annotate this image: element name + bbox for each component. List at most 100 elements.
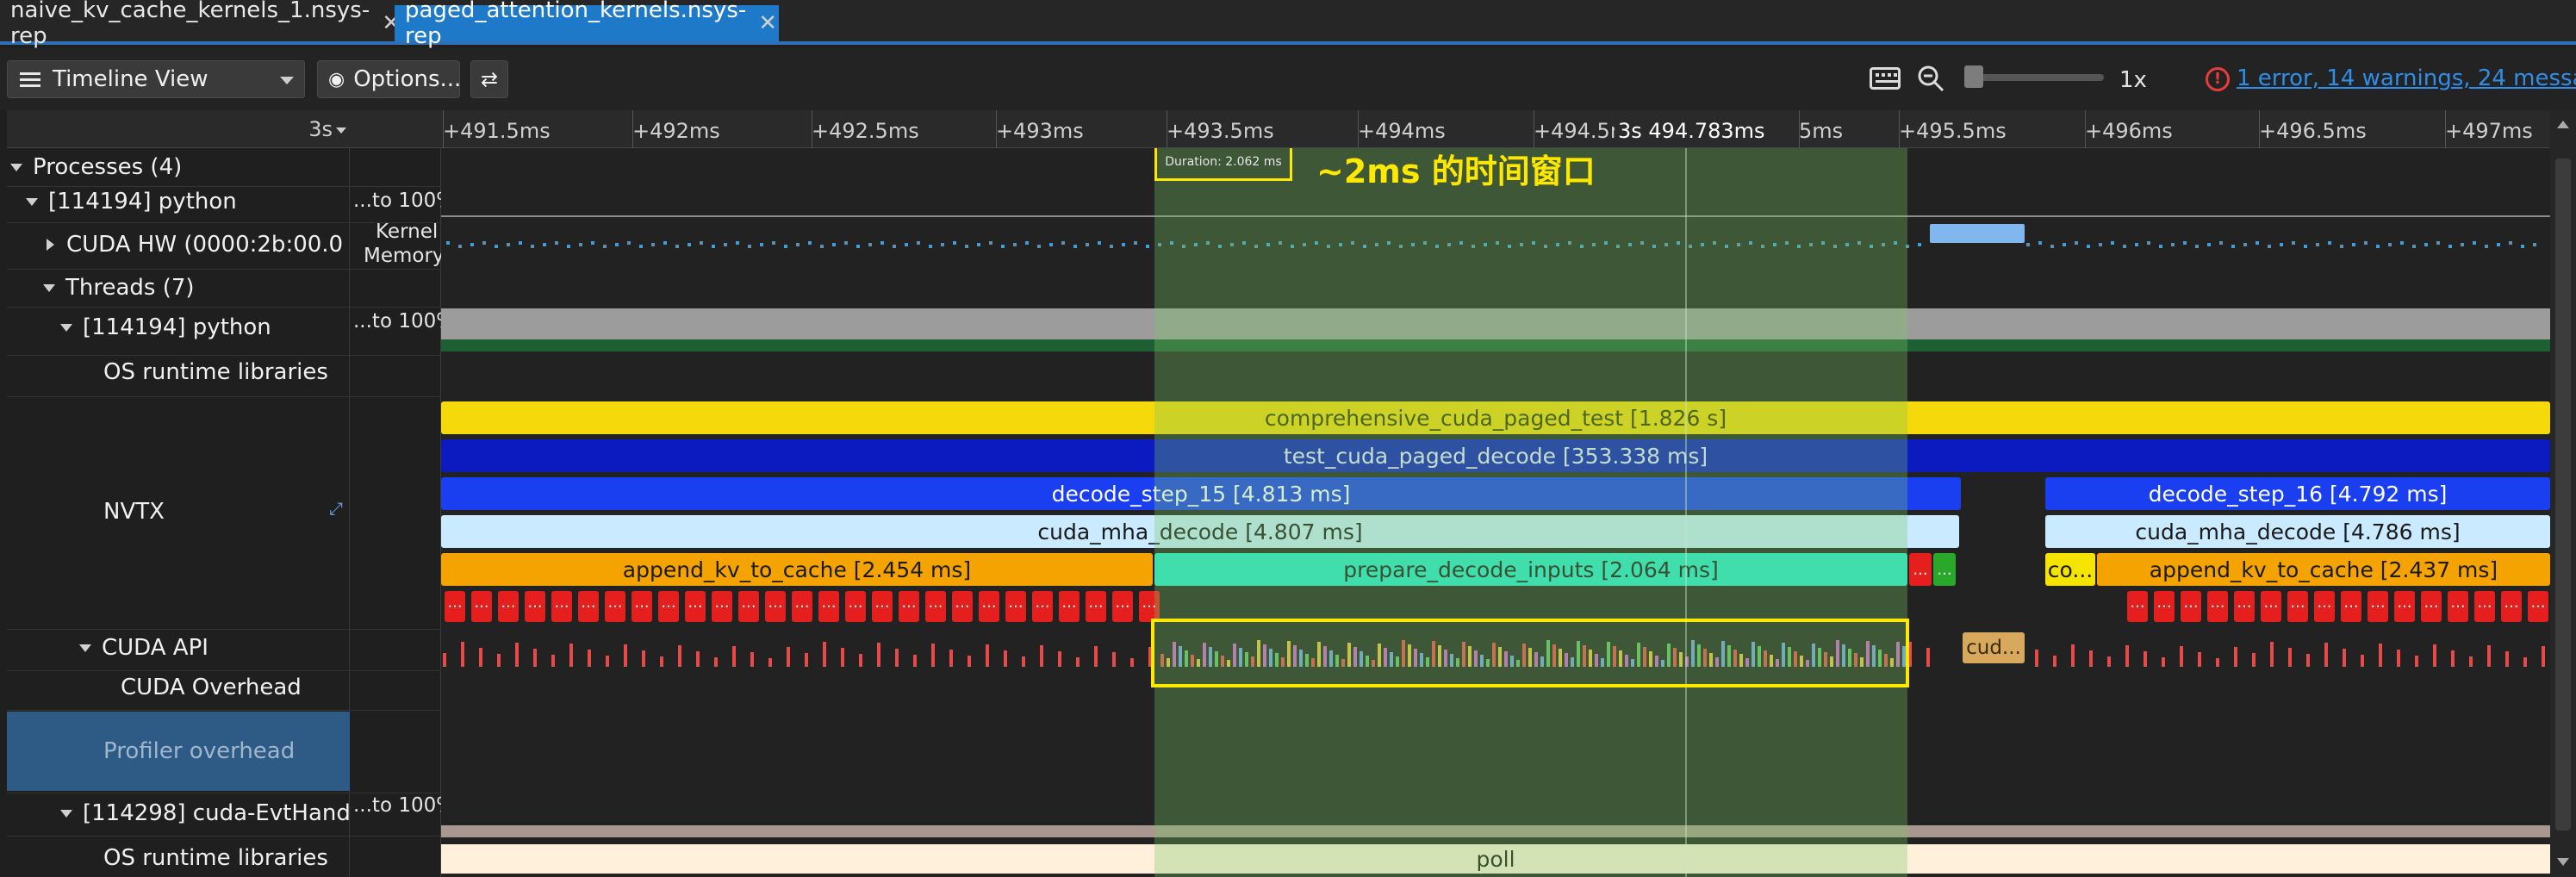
cuda-api-call[interactable] bbox=[1022, 656, 1025, 667]
cuda-api-call[interactable] bbox=[696, 651, 700, 667]
cuda-api-call[interactable] bbox=[2288, 648, 2292, 667]
nvtx-mini-range[interactable]: ... bbox=[925, 591, 946, 622]
cuda-api-call[interactable] bbox=[443, 653, 446, 667]
zoom-slider-thumb[interactable] bbox=[1964, 65, 1983, 88]
cuda-api-call[interactable] bbox=[2198, 652, 2201, 667]
collapse-icon[interactable] bbox=[43, 283, 55, 292]
nvtx-range-mha-decode[interactable]: cuda_mha_decode [4.786 ms] bbox=[2045, 515, 2550, 548]
cuda-api-call[interactable] bbox=[479, 648, 482, 667]
nvtx-range-append-kv[interactable]: append_kv_to_cache [2.454 ms] bbox=[441, 553, 1153, 586]
cuda-api-call[interactable] bbox=[732, 646, 736, 667]
cuda-api-call[interactable] bbox=[2035, 650, 2038, 667]
zoom-out-icon[interactable] bbox=[1916, 64, 1945, 93]
cuda-api-call[interactable] bbox=[1926, 648, 1930, 667]
tree-row-threads[interactable]: Threads (7) bbox=[7, 272, 350, 303]
nvtx-mini-range[interactable]: ... bbox=[1139, 591, 1160, 622]
nvtx-mini-range[interactable]: ... bbox=[712, 591, 732, 622]
cuda-api-call[interactable] bbox=[2505, 651, 2509, 667]
nvtx-range-prepare-decode[interactable]: prepare_decode_inputs [2.064 ms] bbox=[1154, 553, 1907, 586]
cuda-api-call[interactable] bbox=[2397, 650, 2400, 667]
cuda-api-call[interactable] bbox=[2071, 644, 2075, 667]
close-icon[interactable]: ✕ bbox=[758, 10, 777, 36]
tree-row-python-thread[interactable]: [114194] python bbox=[7, 312, 350, 343]
options-button[interactable]: ◉ Options... bbox=[317, 60, 461, 98]
cuda-api-call[interactable] bbox=[678, 645, 681, 667]
nvtx-mini-range[interactable]: ... bbox=[2394, 591, 2415, 622]
cuda-api-call[interactable] bbox=[787, 647, 790, 667]
nvtx-mini-range[interactable]: ... bbox=[845, 591, 866, 622]
nvtx-mini-range[interactable]: ... bbox=[605, 591, 625, 622]
nvtx-range-small[interactable]: ... bbox=[1933, 553, 1956, 586]
cuda-api-call[interactable] bbox=[823, 642, 826, 667]
nvtx-mini-range[interactable]: ... bbox=[792, 591, 812, 622]
cuda-api-call[interactable] bbox=[533, 649, 537, 667]
cuda-api-call[interactable] bbox=[1040, 645, 1043, 667]
cuda-api-call[interactable] bbox=[913, 655, 917, 667]
cuda-api-call[interactable]: cud... bbox=[1963, 632, 2025, 663]
cuda-api-call[interactable] bbox=[714, 657, 718, 667]
collapse-icon[interactable] bbox=[79, 644, 91, 652]
nvtx-mini-range[interactable]: ... bbox=[1112, 591, 1133, 622]
cuda-api-call[interactable] bbox=[841, 648, 844, 667]
tree-row-cuda-hw[interactable]: CUDA HW (0000:2b:00.0 - NV bbox=[7, 227, 350, 262]
tree-row-evt-handler[interactable]: [114298] cuda-EvtHandlr bbox=[7, 798, 366, 829]
cuda-api-call[interactable] bbox=[2053, 656, 2056, 667]
link-icon[interactable]: ⤢ bbox=[329, 498, 343, 519]
cuda-api-call[interactable] bbox=[768, 658, 772, 667]
cuda-api-call[interactable] bbox=[1076, 657, 1080, 667]
tree-row-processes[interactable]: Processes (4) bbox=[7, 152, 350, 183]
nvtx-mini-range[interactable]: ... bbox=[2501, 591, 2522, 622]
cuda-api-call[interactable] bbox=[2487, 645, 2491, 667]
diagnostics-link[interactable]: 1 error, 14 warnings, 24 messages bbox=[2237, 65, 2576, 91]
tab-paged-attention[interactable]: paged_attention_kernels.nsys-rep ✕ bbox=[395, 0, 779, 49]
nvtx-mini-range[interactable]: ... bbox=[2287, 591, 2308, 622]
cuda-api-call[interactable] bbox=[515, 643, 519, 667]
cuda-api-call[interactable] bbox=[588, 650, 591, 667]
cuda-api-call[interactable] bbox=[949, 650, 953, 667]
vertical-scrollbar[interactable] bbox=[2550, 110, 2576, 877]
nvtx-range-small[interactable]: ... bbox=[1909, 553, 1932, 586]
tree-row-nvtx[interactable]: NVTX ⤢ bbox=[7, 496, 350, 527]
nvtx-mini-range[interactable]: ... bbox=[872, 591, 893, 622]
cuda-api-call[interactable] bbox=[606, 656, 609, 667]
cuda-api-call[interactable] bbox=[2469, 656, 2473, 667]
view-select[interactable]: Timeline View bbox=[7, 60, 305, 98]
nvtx-mini-range[interactable]: ... bbox=[2341, 591, 2361, 622]
nvtx-mini-range[interactable]: ... bbox=[2234, 591, 2255, 622]
cuda-api-call[interactable] bbox=[2451, 650, 2455, 667]
time-ruler[interactable]: 3s +491.5ms +492ms +492.5ms +493ms +493.… bbox=[7, 110, 2576, 148]
nvtx-mini-range[interactable]: ... bbox=[818, 591, 839, 622]
cuda-api-call[interactable] bbox=[2415, 656, 2418, 667]
nvtx-mini-range[interactable]: ... bbox=[2207, 591, 2228, 622]
cuda-api-call[interactable] bbox=[2379, 644, 2382, 667]
nvtx-mini-range[interactable]: ... bbox=[1032, 591, 1053, 622]
cuda-api-call[interactable] bbox=[1112, 652, 1116, 667]
nvtx-mini-range[interactable]: ... bbox=[765, 591, 786, 622]
cuda-api-call[interactable] bbox=[2125, 645, 2129, 667]
nvtx-mini-range[interactable]: ... bbox=[551, 591, 572, 622]
nvtx-mini-range[interactable]: ... bbox=[1086, 591, 1106, 622]
cuda-api-call[interactable] bbox=[2433, 644, 2436, 667]
thread-utilization-bar[interactable] bbox=[441, 308, 2550, 339]
cuda-api-call[interactable] bbox=[2306, 654, 2310, 667]
cuda-api-call[interactable] bbox=[750, 652, 754, 667]
cuda-api-call[interactable] bbox=[2162, 657, 2165, 667]
swap-button[interactable]: ⇄ bbox=[470, 60, 508, 98]
nvtx-mini-range[interactable]: ... bbox=[738, 591, 759, 622]
cuda-api-call[interactable] bbox=[2107, 656, 2111, 667]
nvtx-mini-range[interactable]: ... bbox=[952, 591, 973, 622]
nvtx-mini-range[interactable]: ... bbox=[2448, 591, 2468, 622]
nvtx-range-append-kv[interactable]: append_kv_to_cache [2.437 ms] bbox=[2097, 553, 2550, 586]
cuda-api-call[interactable] bbox=[2089, 650, 2093, 667]
cuda-api-call[interactable] bbox=[859, 654, 862, 667]
cuda-api-call[interactable] bbox=[2180, 646, 2183, 667]
cuda-api-call[interactable] bbox=[931, 644, 935, 667]
nvtx-range-mha-decode[interactable]: cuda_mha_decode [4.807 ms] bbox=[441, 515, 1959, 548]
cuda-api-call[interactable] bbox=[986, 644, 989, 667]
nvtx-mini-range[interactable]: ... bbox=[979, 591, 999, 622]
cuda-api-call[interactable] bbox=[2343, 649, 2346, 667]
tree-row-python-process[interactable]: [114194] python bbox=[7, 186, 350, 217]
cuda-api-call[interactable] bbox=[2523, 657, 2527, 667]
cuda-api-call[interactable] bbox=[2144, 651, 2147, 667]
cuda-api-call[interactable] bbox=[642, 650, 645, 667]
